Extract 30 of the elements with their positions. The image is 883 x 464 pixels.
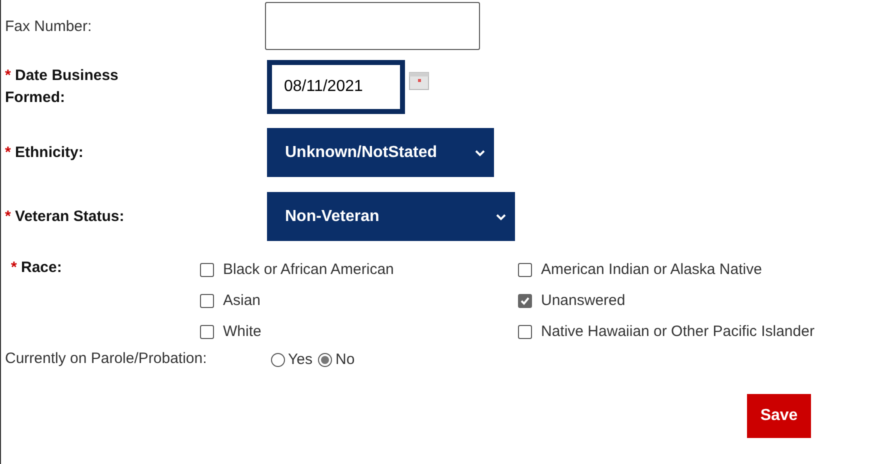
field-label: Fax Number: [4,18,93,34]
field-label: * Date Business Formed: [4,66,120,108]
radio-option[interactable]: No [318,351,355,368]
checkbox-option[interactable]: Unanswered [518,291,858,310]
checkbox-option[interactable]: Native Hawaiian or Other Pacific Islander [518,322,858,341]
radio-option[interactable]: Yes [271,351,312,368]
checkbox-option[interactable]: Black or African American [200,260,518,279]
checkbox[interactable] [518,262,532,276]
checkbox[interactable] [518,294,532,308]
checkbox[interactable] [200,262,214,276]
radio-button[interactable] [271,352,285,366]
checkbox-option[interactable]: White [200,322,518,341]
radio-button[interactable] [318,352,332,366]
veteran-status-dropdown[interactable]: Non-Veteran [267,192,515,241]
chevron-icon [495,212,507,220]
save-button[interactable]: Save [747,394,811,438]
checkbox[interactable] [200,294,214,308]
field-label: * Ethnicity: [4,144,84,161]
date-field[interactable]: 08/11/2021 [267,60,405,114]
input-field[interactable] [265,2,480,50]
field-label: Currently on Parole/Probation: [4,350,208,366]
calendar-icon[interactable] [409,72,429,90]
field-label: * Veteran Status: [4,208,126,225]
ethnicity-dropdown[interactable]: Unknown/NotStated [267,128,494,177]
checkbox[interactable] [200,324,214,338]
checkbox-option[interactable]: Asian [200,291,518,310]
field-label: * Race: [10,259,63,276]
checkbox-option[interactable]: American Indian or Alaska Native [518,260,858,279]
chevron-icon [474,148,486,156]
checkbox[interactable] [518,324,532,338]
